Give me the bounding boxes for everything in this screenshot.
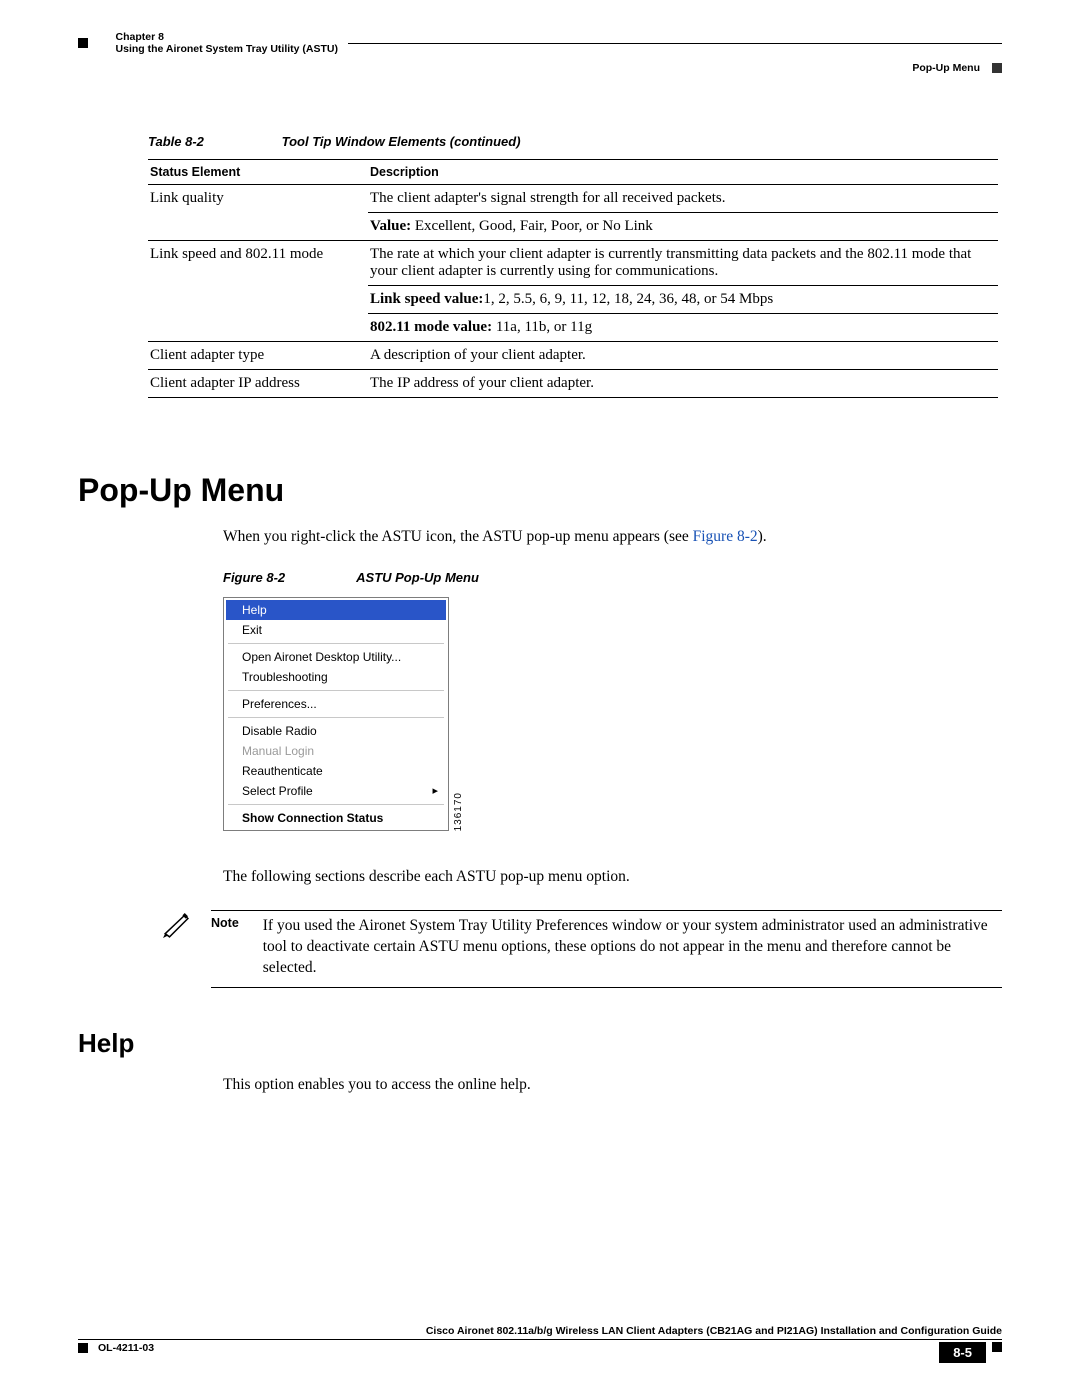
figure-caption-label: Figure 8-2 [223, 570, 353, 585]
menu-item-troubleshooting[interactable]: Troubleshooting [226, 667, 446, 687]
menu-item-help[interactable]: Help [226, 600, 446, 620]
menu-item-show-connection-status[interactable]: Show Connection Status [226, 808, 446, 828]
footer-marker-right [992, 1342, 1002, 1352]
footer-marker [78, 1343, 88, 1353]
footer-doc-number: OL-4211-03 [98, 1342, 154, 1354]
menu-separator [228, 717, 444, 718]
figure-id: 136170 [453, 792, 464, 831]
menu-item-manual-login: Manual Login [226, 741, 446, 761]
astu-popup-menu: Help Exit Open Aironet Desktop Utility..… [223, 597, 449, 831]
cell-adapter-type-desc: A description of your client adapter. [368, 342, 998, 370]
note-block: Note If you used the Aironet System Tray… [163, 910, 1002, 988]
figure-caption-title: ASTU Pop-Up Menu [356, 570, 479, 585]
note-label: Note [211, 916, 259, 930]
table-caption-label: Table 8-2 [148, 134, 278, 149]
menu-separator [228, 643, 444, 644]
page-footer: Cisco Aironet 802.11a/b/g Wireless LAN C… [78, 1325, 1002, 1363]
cell-adapter-type: Client adapter type [148, 342, 368, 370]
figure-caption: Figure 8-2 ASTU Pop-Up Menu [223, 570, 1002, 585]
cell-link-quality-value: Value: Excellent, Good, Fair, Poor, or N… [368, 213, 998, 241]
after-figure-paragraph: The following sections describe each AST… [223, 867, 1002, 888]
footer-guide-title: Cisco Aironet 802.11a/b/g Wireless LAN C… [78, 1325, 1002, 1340]
menu-item-exit[interactable]: Exit [226, 620, 446, 640]
cell-adapter-ip-desc: The IP address of your client adapter. [368, 370, 998, 398]
cell-adapter-ip: Client adapter IP address [148, 370, 368, 398]
tooltip-elements-table: Status Element Description Link quality … [148, 159, 998, 398]
header-marker-right [992, 63, 1002, 73]
table-caption-title: Tool Tip Window Elements (continued) [282, 134, 521, 149]
chapter-label: Chapter 8 [116, 31, 164, 43]
intro-paragraph: When you right-click the ASTU icon, the … [223, 527, 1002, 548]
figure-ref-link[interactable]: Figure 8-2 [693, 528, 758, 545]
menu-separator [228, 690, 444, 691]
cell-link-quality-desc: The client adapter's signal strength for… [368, 185, 998, 213]
menu-item-disable-radio[interactable]: Disable Radio [226, 721, 446, 741]
menu-item-select-profile[interactable]: Select Profile [226, 781, 446, 801]
header-rule [348, 43, 1002, 44]
page-number-badge: 8-5 [939, 1342, 986, 1363]
cell-link-speed-desc: The rate at which your client adapter is… [368, 241, 998, 286]
menu-item-open-adu[interactable]: Open Aironet Desktop Utility... [226, 647, 446, 667]
header-marker-left [78, 38, 88, 48]
cell-80211-mode-value: 802.11 mode value: 11a, 11b, or 11g [368, 314, 998, 342]
menu-item-preferences[interactable]: Preferences... [226, 694, 446, 714]
subsection-heading-help: Help [78, 1028, 1002, 1059]
menu-separator [228, 804, 444, 805]
cell-link-quality: Link quality [148, 185, 368, 213]
note-text: If you used the Aironet System Tray Util… [263, 916, 1000, 979]
menu-item-reauthenticate[interactable]: Reauthenticate [226, 761, 446, 781]
help-paragraph: This option enables you to access the on… [223, 1075, 1002, 1096]
th-description: Description [368, 160, 998, 185]
section-heading-popup-menu: Pop-Up Menu [78, 472, 1002, 509]
note-icon [163, 910, 193, 943]
table-caption: Table 8-2 Tool Tip Window Elements (cont… [148, 134, 1002, 149]
th-status-element: Status Element [148, 160, 368, 185]
chapter-title: Using the Aironet System Tray Utility (A… [116, 43, 338, 55]
cell-link-speed-value: Link speed value:1, 2, 5.5, 6, 9, 11, 12… [368, 286, 998, 314]
page-header: Chapter 8 Using the Aironet System Tray … [78, 36, 1002, 50]
breadcrumb: Pop-Up Menu [912, 62, 980, 74]
cell-link-speed: Link speed and 802.11 mode [148, 241, 368, 286]
